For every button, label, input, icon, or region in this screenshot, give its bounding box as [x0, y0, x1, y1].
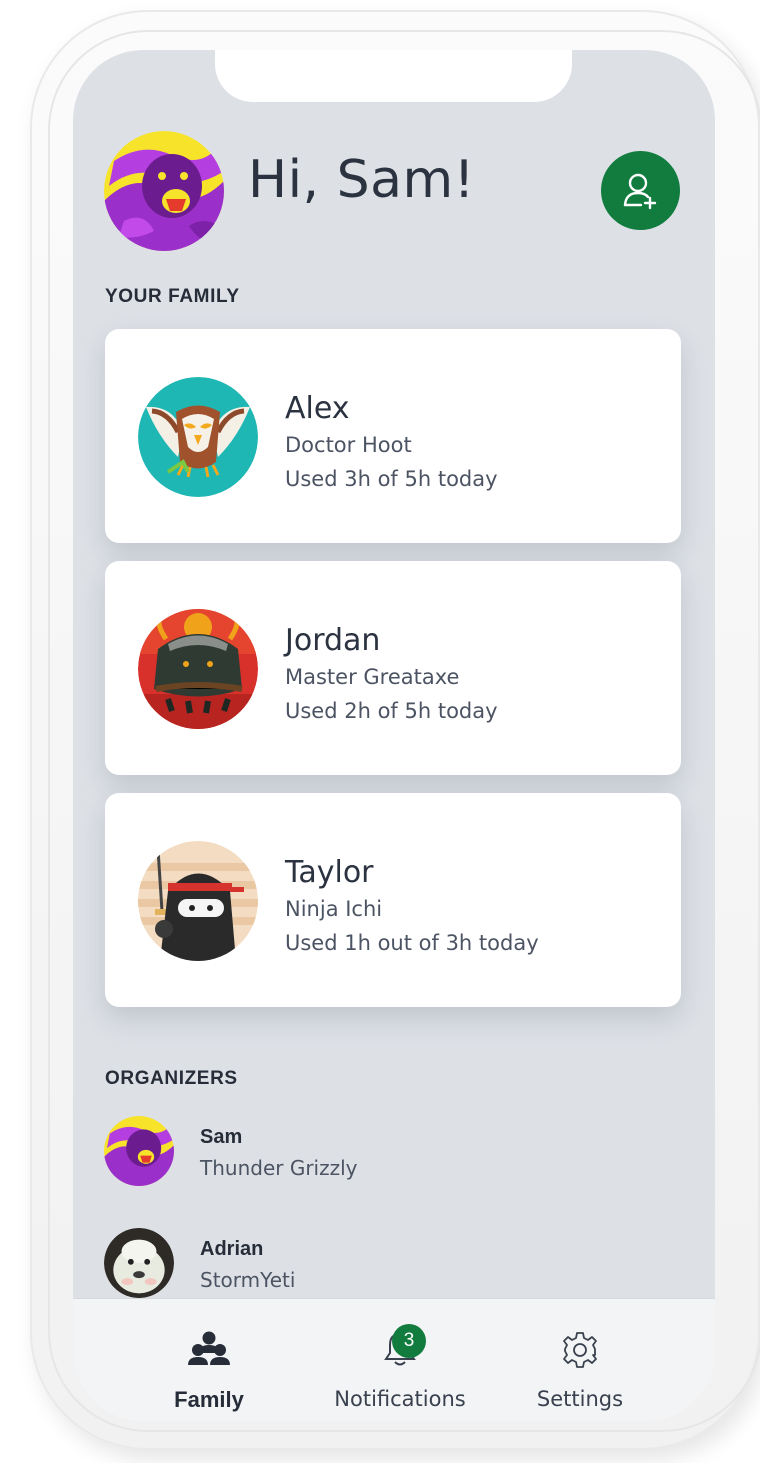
member-card-alex[interactable]: Alex Doctor Hoot Used 3h of 5h today — [105, 329, 681, 543]
owl-avatar-icon — [138, 377, 258, 497]
member-name: Jordan — [285, 623, 381, 658]
member-usage: Used 3h of 5h today — [285, 467, 498, 491]
bottom-nav: Family Notifications Settings — [73, 1298, 715, 1421]
organizer-avatar-adrian[interactable] — [104, 1228, 174, 1298]
member-avatar — [138, 841, 258, 961]
grizzly-avatar-icon — [104, 131, 224, 251]
user-avatar[interactable] — [104, 131, 224, 251]
nav-settings[interactable]: Settings — [480, 1299, 680, 1421]
member-name: Alex — [285, 391, 350, 426]
nav-family[interactable]: Family — [109, 1299, 309, 1421]
nav-label: Settings — [536, 1387, 624, 1411]
add-member-button[interactable] — [601, 151, 680, 230]
organizer-avatar-sam[interactable] — [104, 1116, 174, 1186]
member-gamertag: Master Greataxe — [285, 665, 460, 689]
phone-notch — [215, 50, 572, 102]
organizer-gamertag: Thunder Grizzly — [200, 1156, 358, 1180]
member-avatar — [138, 609, 258, 729]
member-name: Taylor — [285, 855, 374, 890]
member-avatar — [138, 377, 258, 497]
nav-label: Notifications — [334, 1387, 466, 1411]
organizer-gamertag: StormYeti — [200, 1268, 296, 1292]
greeting-title: Hi, Sam! — [248, 150, 475, 210]
notification-badge: 3 — [392, 1324, 426, 1358]
member-card-jordan[interactable]: Jordan Master Greataxe Used 2h of 5h tod… — [105, 561, 681, 775]
viking-monster-avatar-icon — [138, 609, 258, 729]
member-usage: Used 2h of 5h today — [285, 699, 498, 723]
organizer-name: Sam — [200, 1126, 243, 1148]
member-usage: Used 1h out of 3h today — [285, 931, 539, 955]
member-gamertag: Doctor Hoot — [285, 433, 412, 457]
ninja-avatar-icon — [138, 841, 258, 961]
family-section-label: YOUR FAMILY — [105, 286, 240, 307]
grizzly-avatar-icon — [104, 1116, 174, 1186]
add-person-icon — [623, 173, 656, 209]
organizer-name: Adrian — [200, 1238, 264, 1260]
nav-label: Family — [174, 1387, 244, 1412]
gear-icon — [563, 1332, 597, 1368]
yeti-avatar-icon — [104, 1228, 174, 1298]
family-icon — [188, 1331, 230, 1365]
organizers-section-label: ORGANIZERS — [105, 1068, 238, 1089]
member-gamertag: Ninja Ichi — [285, 897, 383, 921]
nav-notifications[interactable]: Notifications — [300, 1299, 500, 1421]
member-card-taylor[interactable]: Taylor Ninja Ichi Used 1h out of 3h toda… — [105, 793, 681, 1007]
